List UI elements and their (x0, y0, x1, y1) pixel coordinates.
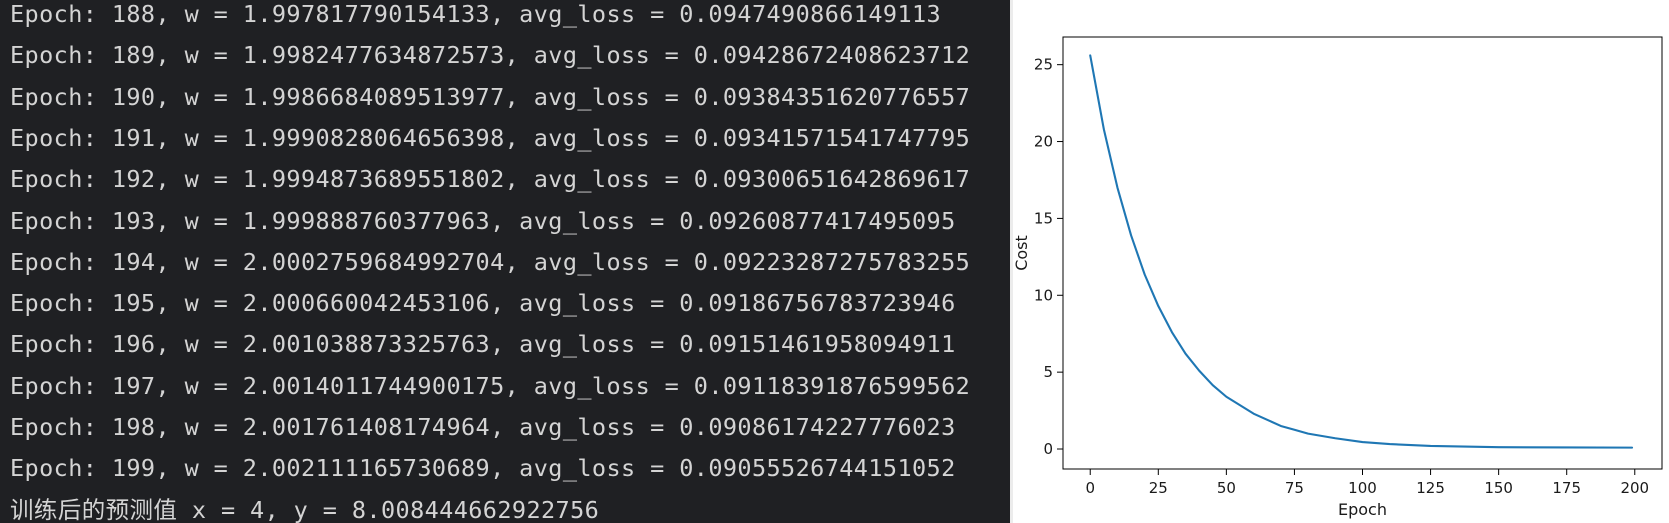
console-line: Epoch: 192, w = 1.9994873689551802, avg_… (10, 165, 971, 194)
plot-axes-frame (1062, 36, 1663, 470)
x-tick-label: 200 (1620, 479, 1649, 497)
y-tick-label: 0 (1043, 440, 1053, 458)
cost-curve-chart: 0 25 50 75 100 125 150 175 200 0510152025 Epoch … (1012, 36, 1663, 519)
y-tick-label: 15 (1034, 209, 1053, 227)
x-tick-label: 150 (1484, 479, 1513, 497)
console-line: Epoch: 196, w = 2.001038873325763, avg_l… (10, 330, 956, 359)
y-tick-label: 20 (1034, 133, 1053, 151)
x-tick-label: 75 (1285, 479, 1304, 497)
console-line: Epoch: 188, w = 1.997817790154133, avg_l… (10, 0, 942, 28)
x-tick-label: 25 (1149, 479, 1168, 497)
y-axis-ticks: 0 5 10 15 20 25 (1034, 56, 1063, 458)
console-line: Epoch: 199, w = 2.002111165730689, avg_l… (10, 454, 956, 483)
x-tick-label: 125 (1416, 479, 1445, 497)
console-line: Epoch: 195, w = 2.000660042453106, avg_l… (10, 289, 956, 318)
x-tick-label: 175 (1552, 479, 1581, 497)
y-tick-label: 5 (1043, 363, 1053, 381)
y-axis-label: Cost (1013, 235, 1031, 271)
console-line: Epoch: 197, w = 2.0014011744900175, avg_… (10, 371, 971, 400)
console-output-panel: Epoch: 188, w = 1.997817790154133, avg_l… (0, 0, 1010, 523)
console-line: Epoch: 190, w = 1.9986684089513977, avg_… (10, 82, 971, 111)
y-tick-label: 25 (1034, 56, 1053, 74)
x-tick-label: 50 (1217, 479, 1236, 497)
console-line: Epoch: 189, w = 1.9982477634872573, avg_… (10, 41, 971, 70)
x-tick-label: 100 (1348, 479, 1377, 497)
console-line: Epoch: 198, w = 2.001761408174964, avg_l… (10, 413, 956, 441)
console-line: Epoch: 193, w = 1.999888760377963, avg_l… (10, 206, 956, 235)
plot-panel: 0 25 50 75 100 125 150 175 200 0 5 10 15 20 25 Epoch … (1012, 0, 1669, 523)
console-line: Epoch: 194, w = 2.0002759684992704, avg_… (10, 247, 971, 276)
screenshot-root: Epoch: 188, w = 1.997817790154133, avg_l… (0, 0, 1669, 523)
x-axis-ticks: 0 25 50 75 100 125 150 175 200 (1085, 469, 1649, 497)
x-axis-label: Epoch (1338, 500, 1387, 519)
x-tick-label: 0 (1085, 479, 1095, 497)
console-line: 训练后的预测值 x = 4, y = 8.008444662922756 (10, 495, 600, 523)
y-tick-label: 10 (1034, 286, 1053, 304)
console-line: Epoch: 191, w = 1.9990828064656398, avg_… (10, 123, 971, 152)
